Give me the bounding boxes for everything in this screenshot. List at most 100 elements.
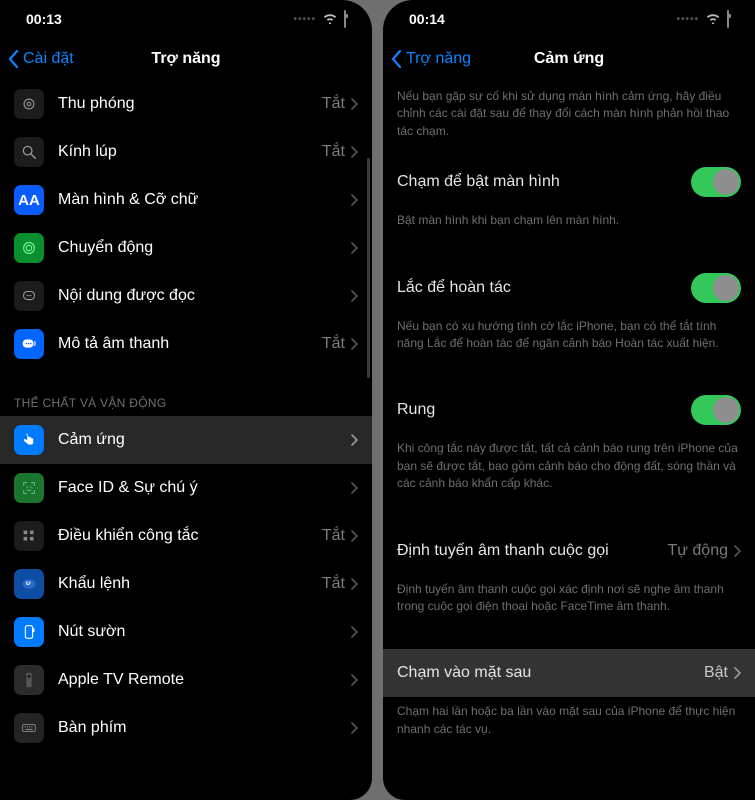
cellular-icon: ••••• bbox=[676, 14, 699, 25]
chevron-right-icon bbox=[351, 434, 358, 446]
zoom-icon bbox=[14, 89, 44, 119]
row-apple-tv-remote[interactable]: Apple TV Remote bbox=[0, 656, 372, 704]
footer-call-audio-routing: Định tuyến âm thanh cuộc gọi xác định nơ… bbox=[383, 575, 755, 630]
faceid-icon bbox=[14, 473, 44, 503]
chevron-right-icon bbox=[351, 722, 358, 734]
chevron-right-icon bbox=[351, 338, 358, 350]
phone-right-touch: 00:14 ••••• Trợ năng Cảm ứng Nếu bạn gặp… bbox=[383, 0, 755, 800]
row-shake-to-undo: Lắc để hoàn tác bbox=[383, 264, 755, 312]
row-value: Tắt bbox=[322, 95, 345, 113]
row-display-text-size[interactable]: AA Màn hình & Cỡ chữ bbox=[0, 176, 372, 224]
row-label: Lắc để hoàn tác bbox=[397, 279, 691, 297]
row-call-audio-routing[interactable]: Định tuyến âm thanh cuộc gọi Tự động bbox=[383, 527, 755, 575]
keyboard-icon bbox=[14, 713, 44, 743]
row-value: Tắt bbox=[322, 335, 345, 353]
status-bar: 00:13 ••••• bbox=[0, 0, 372, 38]
chevron-right-icon bbox=[351, 194, 358, 206]
motion-icon bbox=[14, 233, 44, 263]
intro-text: Nếu bạn gặp sự cố khi sử dụng màn hình c… bbox=[383, 80, 755, 158]
row-value: Tắt bbox=[322, 575, 345, 593]
accessibility-list: Thu phóng Tắt Kính lúp Tắt AA Màn hình &… bbox=[0, 80, 372, 800]
status-indicators: ••••• bbox=[676, 11, 729, 27]
row-label: Chạm vào mặt sau bbox=[397, 664, 704, 682]
chevron-right-icon bbox=[351, 482, 358, 494]
status-time: 00:13 bbox=[26, 11, 62, 27]
footer-shake-to-undo: Nếu bạn có xu hướng tình cờ lắc iPhone, … bbox=[383, 312, 755, 367]
row-label: Kính lúp bbox=[58, 143, 322, 161]
row-magnifier[interactable]: Kính lúp Tắt bbox=[0, 128, 372, 176]
row-voice-control[interactable]: Khẩu lệnh Tắt bbox=[0, 560, 372, 608]
row-label: Cảm ứng bbox=[58, 431, 351, 449]
back-button[interactable]: Trợ năng bbox=[383, 50, 471, 68]
row-touch[interactable]: Cảm ứng bbox=[0, 416, 372, 464]
chevron-right-icon bbox=[351, 578, 358, 590]
nav-bar: Trợ năng Cảm ứng bbox=[383, 38, 755, 80]
nav-bar: Cài đặt Trợ năng bbox=[0, 38, 372, 80]
wifi-icon bbox=[705, 11, 721, 27]
switch-control-icon bbox=[14, 521, 44, 551]
battery-icon bbox=[344, 11, 346, 27]
chevron-right-icon bbox=[351, 98, 358, 110]
row-spoken-content[interactable]: Nội dung được đọc bbox=[0, 272, 372, 320]
row-back-tap[interactable]: Chạm vào mặt sau Bật bbox=[383, 649, 755, 697]
row-label: Mô tả âm thanh bbox=[58, 335, 322, 353]
row-keyboards[interactable]: Bàn phím bbox=[0, 704, 372, 752]
row-value: Tắt bbox=[322, 527, 345, 545]
row-label: Chuyển động bbox=[58, 239, 351, 257]
footer-tap-to-wake: Bật màn hình khi bạn chạm lên màn hình. bbox=[383, 206, 755, 243]
row-motion[interactable]: Chuyển động bbox=[0, 224, 372, 272]
row-label: Rung bbox=[397, 401, 691, 419]
chevron-right-icon bbox=[351, 674, 358, 686]
display-text-icon: AA bbox=[14, 185, 44, 215]
row-label: Thu phóng bbox=[58, 95, 322, 113]
row-label: Chạm để bật màn hình bbox=[397, 173, 691, 191]
chevron-right-icon bbox=[734, 667, 741, 679]
wifi-icon bbox=[322, 11, 338, 27]
toggle-tap-to-wake[interactable] bbox=[691, 167, 741, 197]
status-time: 00:14 bbox=[409, 11, 445, 27]
row-side-button[interactable]: Nút sườn bbox=[0, 608, 372, 656]
row-value: Tự động bbox=[667, 542, 728, 560]
row-vibration: Rung bbox=[383, 386, 755, 434]
row-label: Màn hình & Cỡ chữ bbox=[58, 191, 351, 209]
footer-vibration: Khi công tắc này được tắt, tất cả cảnh b… bbox=[383, 434, 755, 506]
row-label: Face ID & Sự chú ý bbox=[58, 479, 351, 497]
toggle-vibration[interactable] bbox=[691, 395, 741, 425]
row-audio-descriptions[interactable]: Mô tả âm thanh Tắt bbox=[0, 320, 372, 368]
row-zoom[interactable]: Thu phóng Tắt bbox=[0, 80, 372, 128]
row-value: Bật bbox=[704, 664, 728, 682]
voice-control-icon bbox=[14, 569, 44, 599]
row-label: Điều khiển công tắc bbox=[58, 527, 322, 545]
scrollbar[interactable] bbox=[367, 96, 370, 396]
footer-back-tap: Chạm hai lần hoặc ba lần vào mặt sau của… bbox=[383, 697, 755, 752]
status-bar: 00:14 ••••• bbox=[383, 0, 755, 38]
row-switch-control[interactable]: Điều khiển công tắc Tắt bbox=[0, 512, 372, 560]
chevron-right-icon bbox=[351, 146, 358, 158]
magnifier-icon bbox=[14, 137, 44, 167]
row-label: Khẩu lệnh bbox=[58, 575, 322, 593]
chevron-right-icon bbox=[734, 545, 741, 557]
status-indicators: ••••• bbox=[293, 11, 346, 27]
battery-icon bbox=[727, 11, 729, 27]
chevron-right-icon bbox=[351, 242, 358, 254]
side-button-icon bbox=[14, 617, 44, 647]
apple-tv-remote-icon bbox=[14, 665, 44, 695]
cellular-icon: ••••• bbox=[293, 14, 316, 25]
row-value: Tắt bbox=[322, 143, 345, 161]
row-label: Apple TV Remote bbox=[58, 671, 351, 689]
touch-icon bbox=[14, 425, 44, 455]
back-button[interactable]: Cài đặt bbox=[0, 50, 74, 68]
back-label: Cài đặt bbox=[23, 50, 74, 68]
chevron-right-icon bbox=[351, 290, 358, 302]
row-label: Nút sườn bbox=[58, 623, 351, 641]
row-label: Bàn phím bbox=[58, 719, 351, 737]
row-label: Định tuyến âm thanh cuộc gọi bbox=[397, 542, 667, 560]
chevron-right-icon bbox=[351, 626, 358, 638]
section-header-physical: THỂ CHẤT VÀ VẬN ĐỘNG bbox=[0, 368, 372, 416]
touch-settings-list: Nếu bạn gặp sự cố khi sử dụng màn hình c… bbox=[383, 80, 755, 800]
spoken-content-icon bbox=[14, 281, 44, 311]
toggle-shake-to-undo[interactable] bbox=[691, 273, 741, 303]
audio-desc-icon bbox=[14, 329, 44, 359]
row-faceid[interactable]: Face ID & Sự chú ý bbox=[0, 464, 372, 512]
back-label: Trợ năng bbox=[406, 50, 471, 68]
